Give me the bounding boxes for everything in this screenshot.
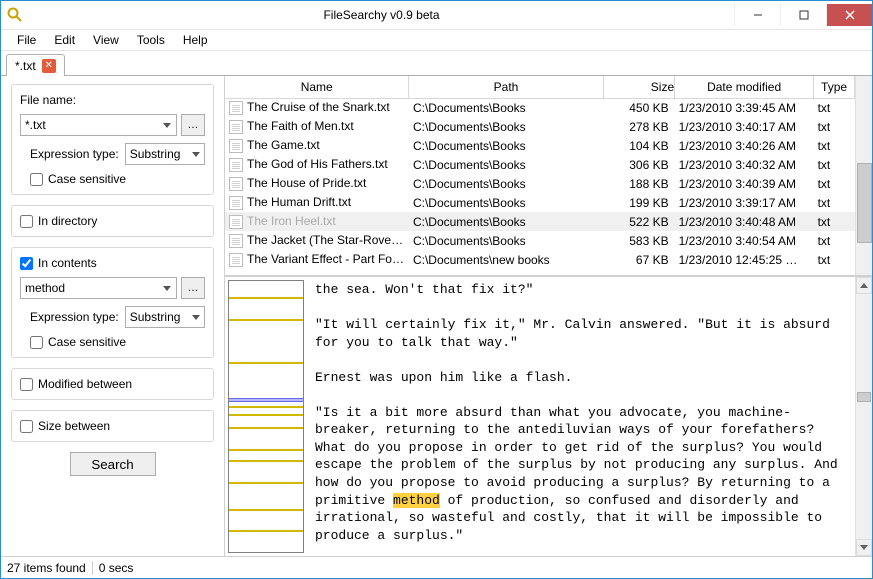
table-row[interactable]: The Iron Heel.txtC:\Documents\Books522 K… xyxy=(225,212,855,231)
status-time: 0 secs xyxy=(99,561,134,575)
menu-tools[interactable]: Tools xyxy=(129,31,173,49)
minimap[interactable] xyxy=(228,280,304,553)
size-group: Size between xyxy=(11,410,214,442)
minimap-hit xyxy=(229,460,303,462)
window-title: FileSearchy v0.9 beta xyxy=(29,8,734,22)
table-row[interactable]: The Faith of Men.txtC:\Documents\Books27… xyxy=(225,117,855,136)
status-bar: 27 items found 0 secs xyxy=(1,556,872,578)
tab[interactable]: *.txt ✕ xyxy=(6,54,65,76)
modified-group: Modified between xyxy=(11,368,214,400)
maximize-button[interactable] xyxy=(780,4,826,26)
filename-input[interactable]: *.txt xyxy=(20,114,177,136)
minimap-hit xyxy=(229,509,303,511)
filename-label: File name: xyxy=(20,93,205,107)
checkbox-icon[interactable] xyxy=(20,215,33,228)
contents-checkbox[interactable]: In contents xyxy=(20,256,205,270)
minimap-hit xyxy=(229,427,303,429)
preview-text[interactable]: the sea. Won't that fix it?" "It will ce… xyxy=(307,277,855,556)
column-path[interactable]: Path xyxy=(409,76,603,98)
file-icon xyxy=(229,101,243,115)
table-row[interactable]: The Cruise of the Snark.txtC:\Documents\… xyxy=(225,98,855,117)
results-scrollbar[interactable] xyxy=(855,76,872,275)
close-button[interactable] xyxy=(826,4,872,26)
file-icon xyxy=(229,196,243,210)
checkbox-icon[interactable] xyxy=(20,378,33,391)
file-icon xyxy=(229,253,243,267)
menu-view[interactable]: View xyxy=(85,31,127,49)
minimap-hit xyxy=(229,297,303,299)
preview-scrollbar[interactable] xyxy=(855,277,872,556)
tab-strip: *.txt ✕ xyxy=(1,51,872,76)
contents-case-checkbox[interactable]: Case sensitive xyxy=(20,335,205,349)
file-icon xyxy=(229,158,243,172)
checkbox-icon[interactable] xyxy=(20,257,33,270)
file-icon xyxy=(229,234,243,248)
minimap-hit xyxy=(229,414,303,416)
file-icon xyxy=(229,120,243,134)
minimap-cursor[interactable] xyxy=(229,398,303,402)
minimap-hit xyxy=(229,362,303,364)
column-type[interactable]: Type xyxy=(814,76,855,98)
highlight: method xyxy=(393,493,440,508)
contents-expr-label: Expression type: xyxy=(30,310,119,324)
filename-group: File name: *.txt … Expression type: Subs… xyxy=(11,84,214,195)
contents-browse-button[interactable]: … xyxy=(181,277,205,299)
contents-input[interactable]: method xyxy=(20,277,177,299)
menu-help[interactable]: Help xyxy=(175,31,216,49)
tab-label: *.txt xyxy=(15,59,36,73)
filename-browse-button[interactable]: … xyxy=(181,114,205,136)
indir-checkbox[interactable]: In directory xyxy=(20,214,205,228)
filename-expr-label: Expression type: xyxy=(30,147,119,161)
app-icon xyxy=(7,7,23,23)
title-bar: FileSearchy v0.9 beta xyxy=(1,1,872,30)
file-icon xyxy=(229,215,243,229)
checkbox-icon[interactable] xyxy=(30,336,43,349)
filename-expr-select[interactable]: Substring xyxy=(125,143,205,165)
menu-edit[interactable]: Edit xyxy=(46,31,83,49)
chevron-down-icon xyxy=(163,286,171,291)
table-row[interactable]: The Variant Effect - Part Four_C:\Docume… xyxy=(225,250,855,269)
menu-bar: FileEditViewToolsHelp xyxy=(1,30,872,51)
column-date-modified[interactable]: Date modified xyxy=(675,76,814,98)
minimap-hit xyxy=(229,530,303,532)
size-checkbox[interactable]: Size between xyxy=(20,419,205,433)
search-panel: File name: *.txt … Expression type: Subs… xyxy=(1,76,225,556)
minimap-hit xyxy=(229,449,303,451)
minimap-hit xyxy=(229,406,303,408)
menu-file[interactable]: File xyxy=(9,31,44,49)
minimize-button[interactable] xyxy=(734,4,780,26)
tab-close-icon[interactable]: ✕ xyxy=(42,59,56,73)
modified-checkbox[interactable]: Modified between xyxy=(20,377,205,391)
preview-pane: the sea. Won't that fix it?" "It will ce… xyxy=(225,276,872,556)
column-name[interactable]: Name xyxy=(225,76,409,98)
search-button[interactable]: Search xyxy=(70,452,156,476)
filename-case-checkbox[interactable]: Case sensitive xyxy=(20,172,205,186)
table-row[interactable]: The Jacket (The Star-Rover).txtC:\Docume… xyxy=(225,231,855,250)
results-table: NamePathSizeDate modifiedType The Cruise… xyxy=(225,76,872,276)
minimap-hit xyxy=(229,482,303,484)
table-row[interactable]: The Human Drift.txtC:\Documents\Books199… xyxy=(225,193,855,212)
chevron-down-icon xyxy=(192,315,200,320)
table-row[interactable]: The House of Pride.txtC:\Documents\Books… xyxy=(225,174,855,193)
contents-group: In contents method … Expression type: Su… xyxy=(11,247,214,358)
scroll-down-button[interactable] xyxy=(856,539,872,556)
checkbox-icon[interactable] xyxy=(20,420,33,433)
chevron-down-icon xyxy=(163,123,171,128)
indir-group: In directory xyxy=(11,205,214,237)
chevron-down-icon xyxy=(192,152,200,157)
status-count: 27 items found xyxy=(7,561,86,575)
file-icon xyxy=(229,139,243,153)
checkbox-icon[interactable] xyxy=(30,173,43,186)
contents-expr-select[interactable]: Substring xyxy=(125,306,205,328)
file-icon xyxy=(229,177,243,191)
table-row[interactable]: The God of His Fathers.txtC:\Documents\B… xyxy=(225,155,855,174)
table-row[interactable]: The Game.txtC:\Documents\Books104 KB1/23… xyxy=(225,136,855,155)
scroll-up-button[interactable] xyxy=(856,277,872,294)
column-size[interactable]: Size xyxy=(603,76,675,98)
minimap-hit xyxy=(229,319,303,321)
